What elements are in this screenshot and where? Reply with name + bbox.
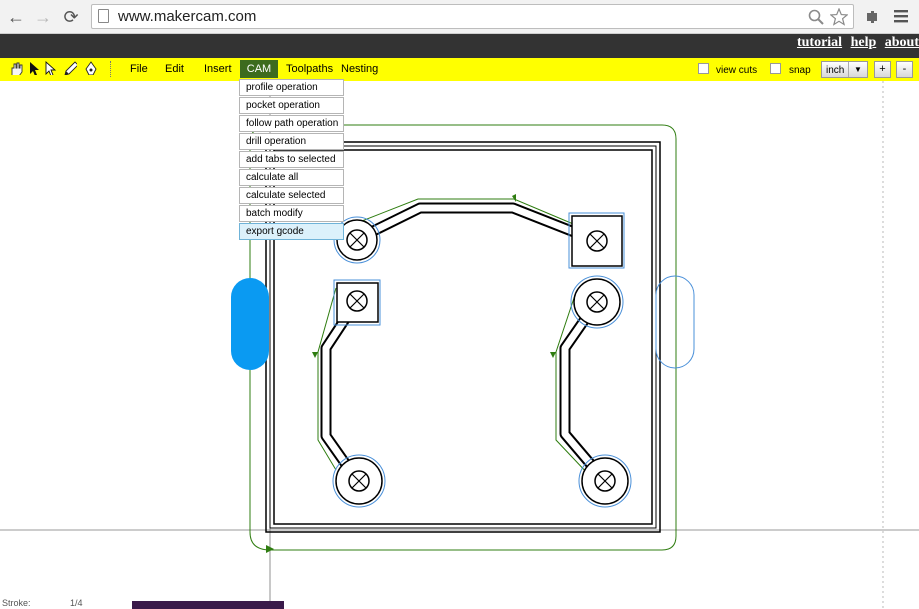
menu-item-export-gcode[interactable]: export gcode — [239, 223, 344, 240]
status-color-swatch[interactable] — [132, 601, 284, 609]
menu-insert[interactable]: Insert — [204, 63, 232, 75]
snap-label: snap — [789, 65, 811, 76]
unit-select[interactable]: inch ▼ — [821, 61, 868, 78]
back-icon[interactable]: ← — [5, 6, 27, 28]
top-trace — [343, 194, 600, 247]
view-cuts-checkbox[interactable] — [698, 63, 709, 74]
url-text[interactable]: www.makercam.com — [118, 8, 256, 25]
status-bar: Stroke: 1/4 — [0, 598, 919, 609]
menu-item-calculate-selected[interactable]: calculate selected — [239, 187, 344, 204]
menu-edit[interactable]: Edit — [165, 63, 184, 75]
pen-tool-icon[interactable] — [63, 61, 77, 75]
zoom-out-button[interactable]: - — [896, 61, 913, 78]
status-value: 1/4 — [70, 598, 83, 608]
menu-item-drill-operation[interactable]: drill operation — [239, 133, 344, 150]
extension-icon[interactable] — [865, 9, 879, 24]
menu-icon[interactable] — [894, 10, 908, 23]
browser-toolbar: ← → ⟳ www.makercam.com — [0, 0, 919, 34]
pad-top-right-square — [568, 212, 625, 269]
menu-item-calculate-all[interactable]: calculate all — [239, 169, 344, 186]
about-link[interactable]: about — [885, 35, 919, 50]
bookmark-star-icon[interactable] — [830, 8, 848, 26]
toolbar-divider — [110, 61, 111, 77]
page-icon — [98, 9, 109, 23]
menu-nesting[interactable]: Nesting — [341, 63, 378, 75]
chevron-down-icon: ▼ — [848, 62, 867, 77]
zoom-in-button[interactable]: + — [874, 61, 891, 78]
menu-item-follow-path-operation[interactable]: follow path operation — [239, 115, 344, 132]
header-links: tutorial help about — [792, 35, 919, 51]
menu-item-profile-operation[interactable]: profile operation — [239, 79, 344, 96]
bezier-tool-icon[interactable] — [84, 61, 98, 75]
cam-dropdown-menu: profile operation pocket operation follo… — [239, 79, 344, 241]
pad-bottom-left — [332, 454, 386, 508]
forward-icon[interactable]: → — [32, 6, 54, 28]
tab — [655, 275, 695, 369]
drawing-canvas[interactable] — [0, 81, 919, 609]
reload-icon[interactable]: ⟳ — [60, 6, 82, 28]
menu-toolpaths[interactable]: Toolpaths — [286, 63, 333, 75]
snap-checkbox[interactable] — [770, 63, 781, 74]
node-tool-icon[interactable] — [45, 61, 59, 75]
search-icon[interactable] — [808, 9, 824, 25]
menu-file[interactable]: File — [130, 63, 148, 75]
app-toolbar: File Edit Insert CAM Toolpaths Nesting v… — [0, 58, 919, 81]
selected-tab — [231, 278, 269, 370]
menu-cam[interactable]: CAM — [240, 60, 278, 78]
menu-item-batch-modify[interactable]: batch modify — [239, 205, 344, 222]
menu-item-add-tabs[interactable]: add tabs to selected — [239, 151, 344, 168]
unit-select-value: inch — [826, 65, 845, 76]
help-link[interactable]: help — [851, 35, 877, 50]
pad-right-round — [570, 275, 624, 329]
status-label: Stroke: — [2, 598, 31, 608]
pad-bottom-right — [578, 454, 632, 508]
pointer-tool-icon[interactable] — [29, 61, 43, 75]
site-header: tutorial help about — [0, 34, 919, 58]
pad-left-square — [333, 279, 381, 326]
hand-tool-icon[interactable] — [9, 61, 23, 75]
menu-item-pocket-operation[interactable]: pocket operation — [239, 97, 344, 114]
view-cuts-label: view cuts — [716, 65, 758, 76]
address-bar[interactable]: www.makercam.com — [91, 4, 854, 29]
tutorial-link[interactable]: tutorial — [797, 35, 842, 50]
